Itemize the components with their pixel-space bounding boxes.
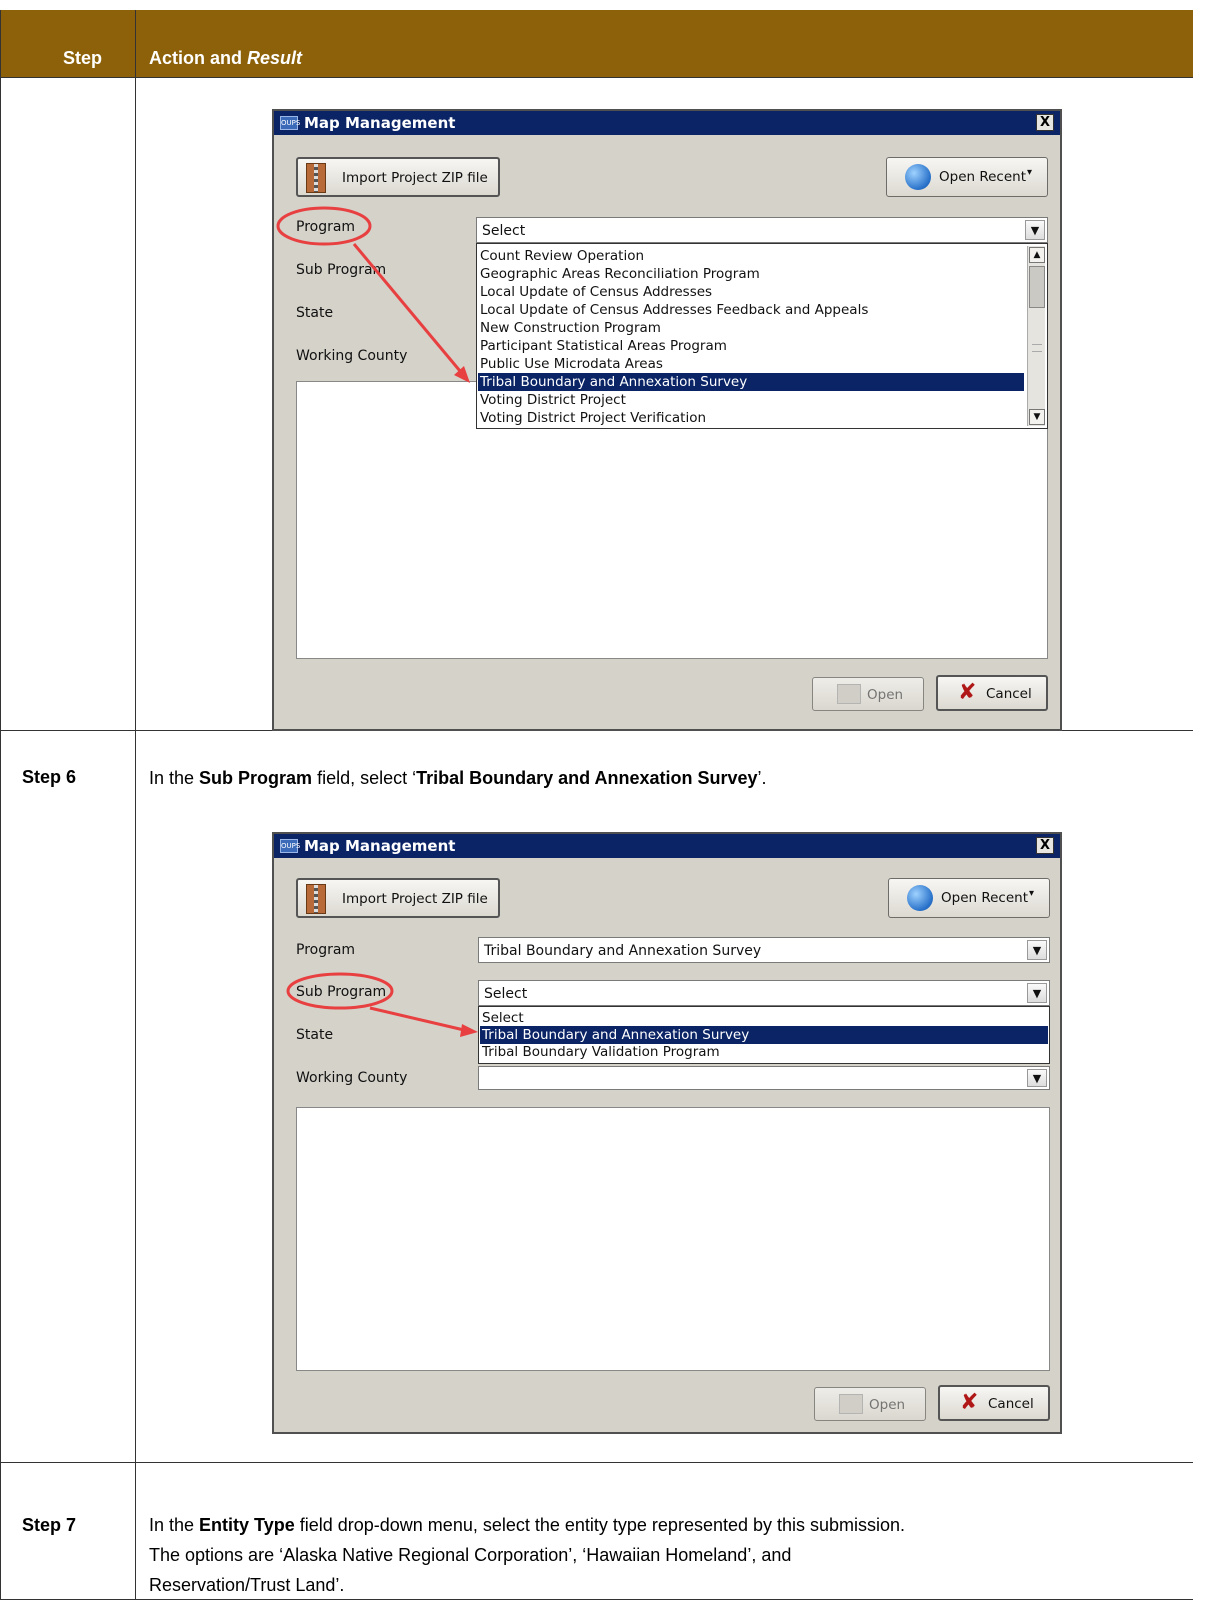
header-action-result: Action and Result: [149, 48, 303, 68]
step-6-label: Step 6: [22, 767, 77, 787]
step-7-label: Step 7: [22, 1515, 77, 1535]
header-step: Step: [63, 48, 103, 68]
map-management-dialog: OUPS Map Management X Import Project ZIP…: [272, 109, 1062, 731]
step-7-line-2: The options are ‘Alaska Native Regional …: [149, 1545, 792, 1565]
table-row-step-7: Step 7 In the Entity Type field drop-dow…: [1, 1463, 1193, 1600]
table-row: OUPS Map Management X Import Project ZIP…: [1, 78, 1193, 731]
instruction-table: Step Action and Result OUPS Map Manageme…: [0, 10, 1193, 1600]
table-header: Step Action and Result: [1, 10, 1193, 78]
step-7-line-3: Reservation/Trust Land’.: [149, 1575, 345, 1595]
table-row-step-6: Step 6 In the Sub Program field, select …: [1, 731, 1193, 1463]
annotation-overlay: [276, 206, 470, 383]
step-6-text: In the Sub Program field, select ‘Tribal…: [149, 768, 767, 788]
step-7-line-1: In the Entity Type field drop-down menu,…: [149, 1515, 906, 1535]
annotation-overlay: [286, 972, 478, 1037]
map-management-dialog-2: OUPS Map Management X Import Project ZIP…: [272, 832, 1062, 1434]
